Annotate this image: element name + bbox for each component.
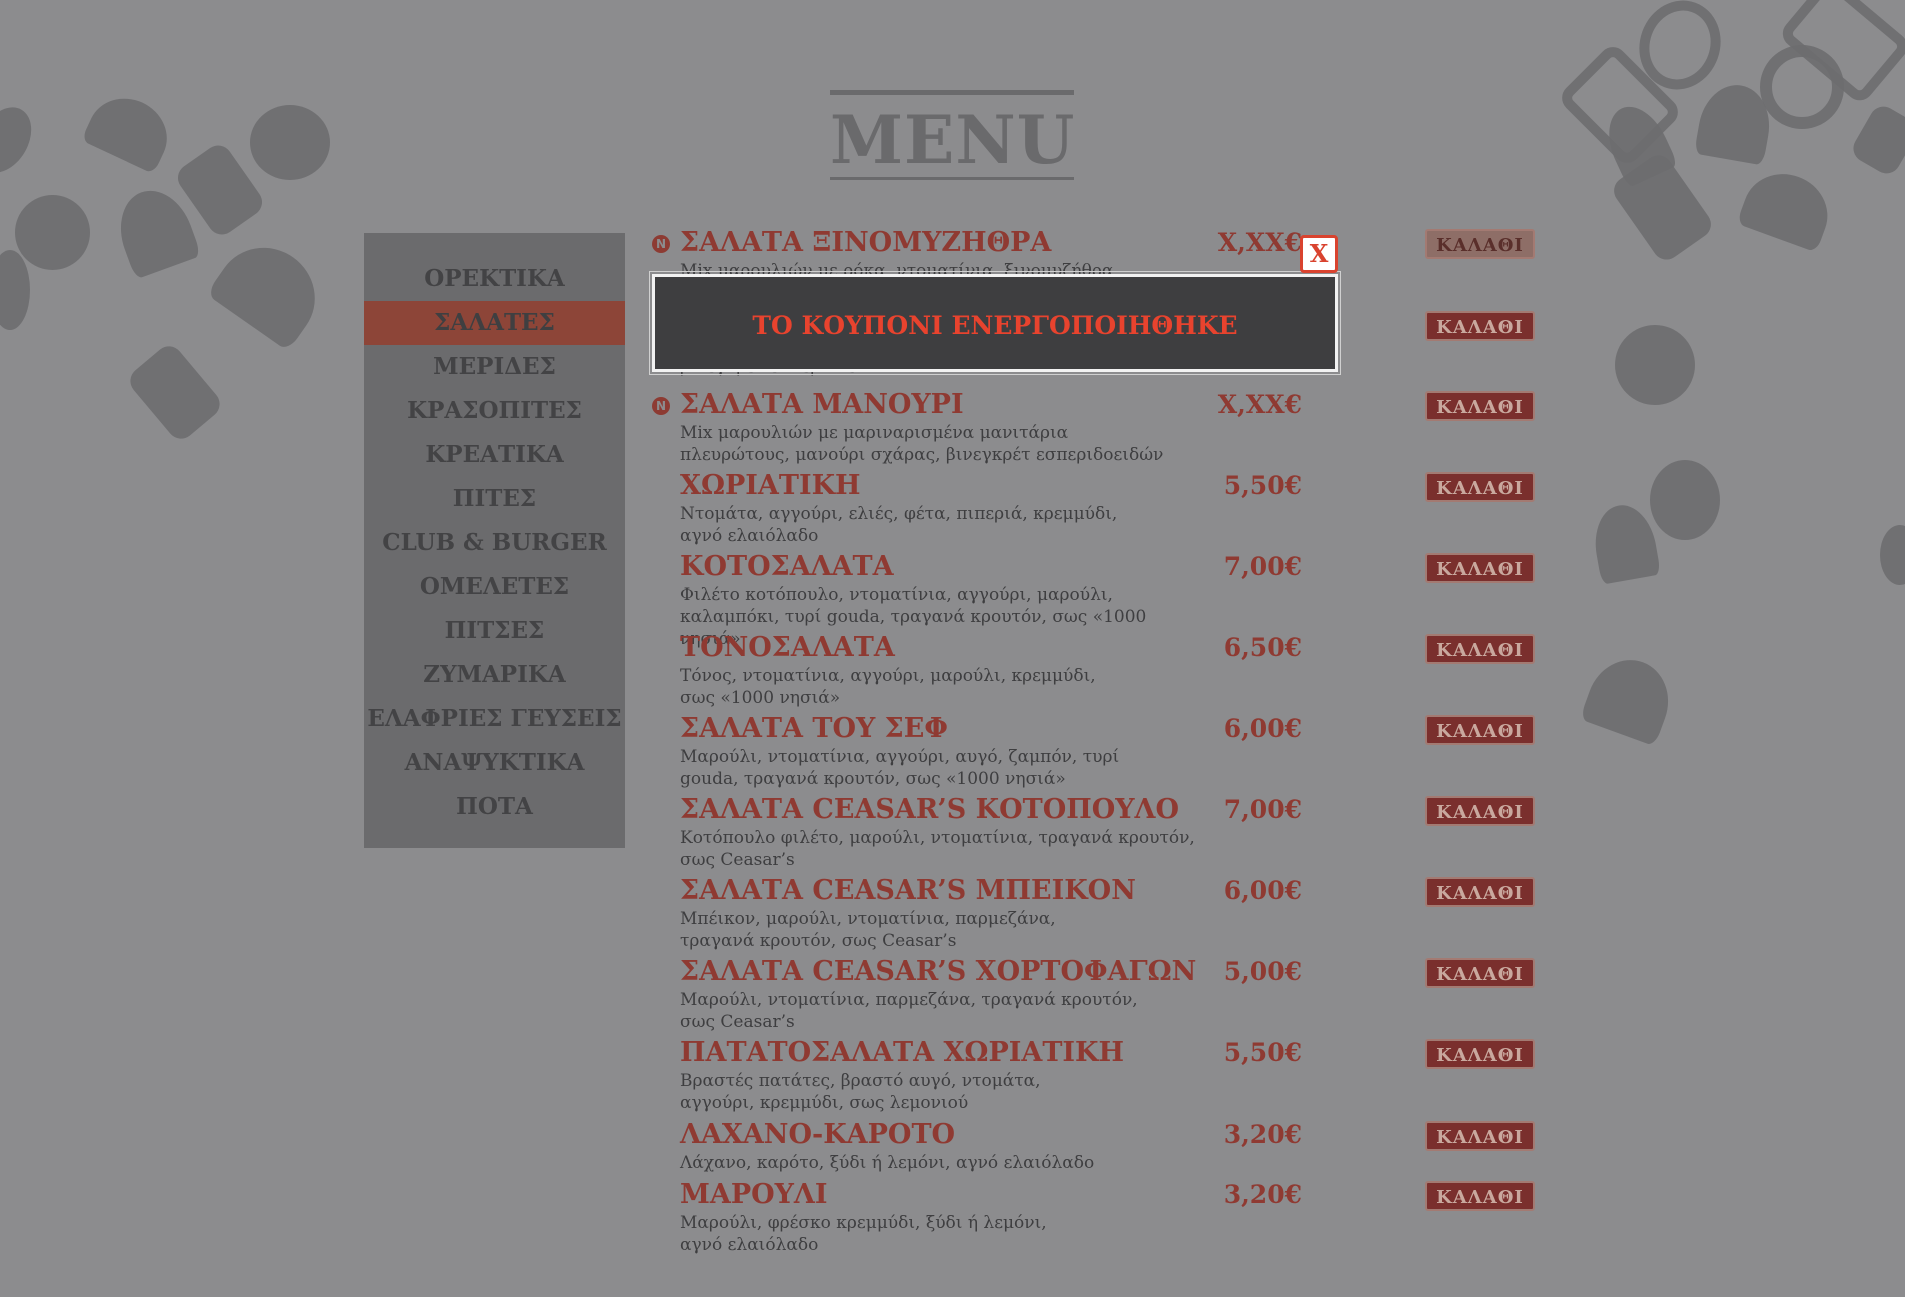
close-dialog-button[interactable]: X: [1300, 235, 1338, 273]
add-to-cart-button[interactable]: ΚΑΛΑΘΙ: [1425, 796, 1535, 826]
add-to-cart-button[interactable]: ΚΑΛΑΘΙ: [1425, 553, 1535, 583]
item-price: 5,50€: [1223, 1038, 1302, 1067]
sidebar-item-zymarika[interactable]: ΖΥΜΑΡΙΚΑ: [364, 653, 625, 697]
item-price: 6,00€: [1223, 714, 1302, 743]
item-description: Mix μαρουλιών με μαριναρισμένα μανιτάρια…: [680, 423, 1164, 465]
add-to-cart-button[interactable]: ΚΑΛΑΘΙ: [1425, 634, 1535, 664]
sidebar-item-krasopites[interactable]: ΚΡΑΣΟΠΙΤΕΣ: [364, 389, 625, 433]
item-price: X,XX€: [1217, 390, 1302, 419]
add-to-cart-button[interactable]: ΚΑΛΑΘΙ: [1425, 1039, 1535, 1069]
item-price: 5,50€: [1223, 471, 1302, 500]
item-description: Μαρούλι, ντοματίνια, παρμεζάνα, τραγανά …: [680, 990, 1138, 1032]
category-sidebar: ΟΡΕΚΤΙΚΑ ΣΑΛΑΤΕΣ ΜΕΡΙΔΕΣ ΚΡΑΣΟΠΙΤΕΣ ΚΡΕΑ…: [364, 233, 625, 848]
item-description: Μαρούλι, φρέσκο κρεμμύδι, ξύδι ή λεμόνι,…: [680, 1213, 1047, 1255]
add-to-cart-button[interactable]: ΚΑΛΑΘΙ: [1425, 877, 1535, 907]
item-price: 5,00€: [1223, 957, 1302, 986]
item-price: 3,20€: [1223, 1180, 1302, 1209]
add-to-cart-button[interactable]: ΚΑΛΑΘΙ: [1425, 472, 1535, 502]
vegetarian-icon: N: [652, 235, 670, 253]
item-description: Μπέικον, μαρούλι, ντοματίνια, παρμεζάνα,…: [680, 909, 1056, 951]
dialog-message: ΤΟ ΚΟΥΠΟΝΙ ΕΝΕΡΓΟΠΟΙΗΘΗΚΕ: [752, 311, 1238, 340]
item-name: ΣΑΛΑΤΑ ΜΑΝΟΥΡΙ: [680, 389, 964, 420]
item-description: Κοτόπουλο φιλέτο, μαρούλι, ντοματίνια, τ…: [680, 828, 1195, 870]
coupon-activated-dialog: ΤΟ ΚΟΥΠΟΝΙ ΕΝΕΡΓΟΠΟΙΗΘΗΚΕ: [649, 271, 1341, 375]
sidebar-item-club-burger[interactable]: CLUB & BURGER: [364, 521, 625, 565]
item-name: ΣΑΛΑΤΑ ΤΟΥ ΣΕΦ: [680, 713, 948, 744]
vegetarian-icon: N: [652, 397, 670, 415]
menu-item-list: N ΣΑΛΑΤΑ ΞΙΝΟΜΥΖΗΘΡΑ Mix μαρουλιών με ρό…: [650, 0, 1550, 1297]
item-name: ΠΑΤΑΤΟΣΑΛΑΤΑ ΧΩΡΙΑΤΙΚΗ: [680, 1037, 1125, 1068]
item-price: 7,00€: [1223, 552, 1302, 581]
item-price: 6,50€: [1223, 633, 1302, 662]
sidebar-item-orektika[interactable]: ΟΡΕΚΤΙΚΑ: [364, 257, 625, 301]
item-description: Τόνος, ντοματίνια, αγγούρι, μαρούλι, κρε…: [680, 666, 1096, 708]
sidebar-item-salates[interactable]: ΣΑΛΑΤΕΣ: [364, 301, 625, 345]
item-description: Ντομάτα, αγγούρι, ελιές, φέτα, πιπεριά, …: [680, 504, 1118, 546]
item-description: Μαρούλι, ντοματίνια, αγγούρι, αυγό, ζαμπ…: [680, 747, 1120, 789]
sidebar-item-kreatika[interactable]: ΚΡΕΑΤΙΚΑ: [364, 433, 625, 477]
add-to-cart-button[interactable]: ΚΑΛΑΘΙ: [1425, 715, 1535, 745]
item-name: ΧΩΡΙΑΤΙΚΗ: [680, 470, 861, 501]
sidebar-item-anapsyktika[interactable]: ΑΝΑΨΥΚΤΙΚΑ: [364, 741, 625, 785]
add-to-cart-button[interactable]: ΚΑΛΑΘΙ: [1425, 1121, 1535, 1151]
item-price: 6,00€: [1223, 876, 1302, 905]
add-to-cart-button[interactable]: ΚΑΛΑΘΙ: [1425, 229, 1535, 259]
item-price: X,XX€: [1217, 228, 1302, 257]
sidebar-item-pitses[interactable]: ΠΙΤΣΕΣ: [364, 609, 625, 653]
add-to-cart-button[interactable]: ΚΑΛΑΘΙ: [1425, 958, 1535, 988]
item-description: Βραστές πατάτες, βραστό αυγό, ντομάτα, α…: [680, 1071, 1041, 1113]
sidebar-item-omeletes[interactable]: ΟΜΕΛΕΤΕΣ: [364, 565, 625, 609]
item-price: 3,20€: [1223, 1120, 1302, 1149]
item-name: ΛΑΧΑΝΟ-ΚΑΡΟΤΟ: [680, 1119, 956, 1150]
item-name: ΣΑΛΑΤΑ CEASAR’S ΧΟΡΤΟΦΑΓΩΝ: [680, 956, 1197, 987]
item-name: ΣΑΛΑΤΑ CEASAR’S ΚΟΤΟΠΟΥΛΟ: [680, 794, 1179, 825]
sidebar-item-merides[interactable]: ΜΕΡΙΔΕΣ: [364, 345, 625, 389]
item-name: ΣΑΛΑΤΑ ΞΙΝΟΜΥΖΗΘΡΑ: [680, 227, 1052, 258]
sidebar-item-elafries-gefseis[interactable]: ΕΛΑΦΡΙΕΣ ΓΕΥΣΕΙΣ: [364, 697, 625, 741]
sidebar-item-pota[interactable]: ΠΟΤΑ: [364, 785, 625, 829]
item-name: ΤΟΝΟΣΑΛΑΤΑ: [680, 632, 895, 663]
item-name: ΣΑΛΑΤΑ CEASAR’S ΜΠΕΙΚΟΝ: [680, 875, 1136, 906]
add-to-cart-button[interactable]: ΚΑΛΑΘΙ: [1425, 391, 1535, 421]
add-to-cart-button[interactable]: ΚΑΛΑΘΙ: [1425, 1181, 1535, 1211]
sidebar-item-pites[interactable]: ΠΙΤΕΣ: [364, 477, 625, 521]
item-name: ΚΟΤΟΣΑΛΑΤΑ: [680, 551, 894, 582]
add-to-cart-button[interactable]: ΚΑΛΑΘΙ: [1425, 311, 1535, 341]
item-name: ΜΑΡΟΥΛΙ: [680, 1179, 828, 1210]
item-description: Λάχανο, καρότο, ξύδι ή λεμόνι, αγνό ελαι…: [680, 1153, 1095, 1173]
item-price: 7,00€: [1223, 795, 1302, 824]
